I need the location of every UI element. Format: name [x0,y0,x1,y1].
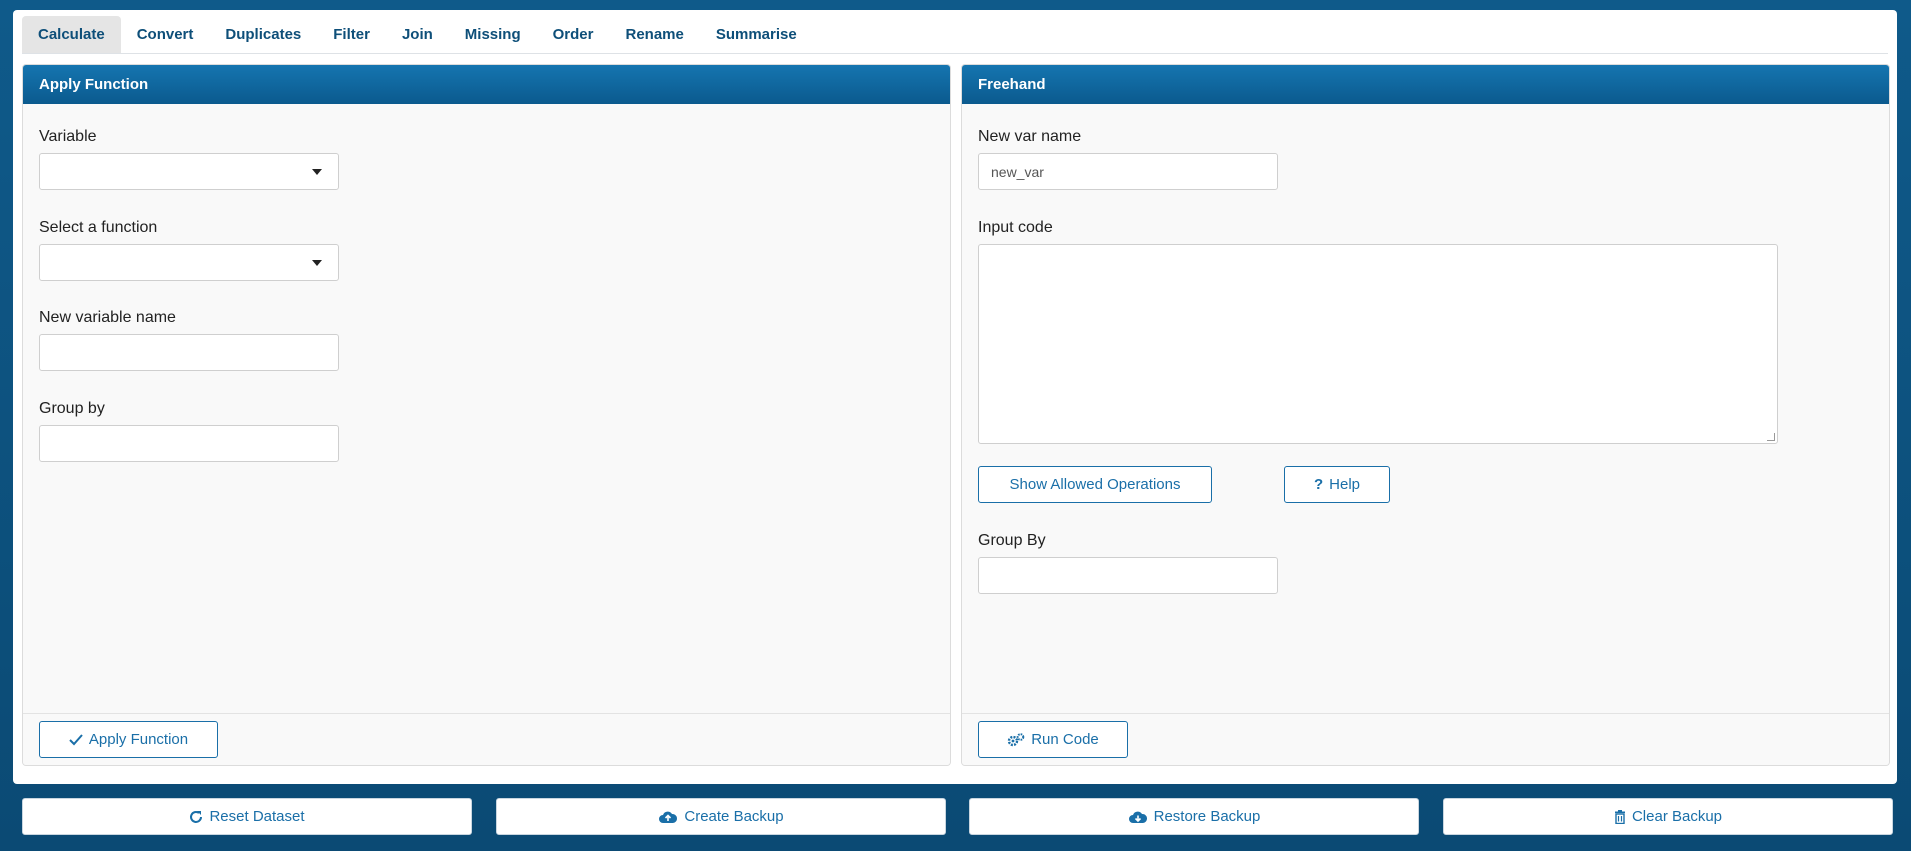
gears-icon [1007,732,1025,747]
run-code-label: Run Code [1031,731,1099,748]
new-variable-label: New variable name [39,309,176,326]
run-code-button[interactable]: Run Code [978,721,1128,758]
freehand-panel: Freehand New var name new_var Input code… [961,64,1890,766]
input-code-textarea[interactable] [978,244,1778,444]
panel-body: New var name new_var Input code Show All… [962,104,1889,715]
help-label: Help [1329,476,1361,493]
apply-function-panel: Apply Function Variable Select a functio… [22,64,951,766]
function-label: Select a function [39,219,158,236]
panel-footer: Apply Function [23,713,950,765]
tab-convert[interactable]: Convert [121,16,210,53]
group-by-input[interactable] [978,557,1278,594]
function-select[interactable] [39,244,339,281]
variable-select[interactable] [39,153,339,190]
new-var-label: New var name [978,128,1082,145]
panel-footer: Run Code [962,713,1889,765]
caret-down-icon [312,169,322,175]
input-code-label: Input code [978,219,1053,236]
question-icon: ? [1313,476,1324,493]
create-backup-label: Create Backup [684,808,784,825]
group-by-label: Group By [978,532,1046,549]
refresh-icon [189,810,203,824]
app-background: Calculate Convert Duplicates Filter Join… [0,0,1911,851]
restore-backup-button[interactable]: Restore Backup [969,798,1419,835]
cloud-upload-icon [658,810,678,824]
new-variable-input[interactable] [39,334,339,371]
reset-dataset-label: Reset Dataset [209,808,305,825]
tab-bar: Calculate Convert Duplicates Filter Join… [22,16,1888,54]
tab-order[interactable]: Order [537,16,610,53]
tab-duplicates[interactable]: Duplicates [209,16,317,53]
show-allowed-operations-button[interactable]: Show Allowed Operations [978,466,1212,503]
restore-backup-label: Restore Backup [1153,808,1261,825]
tab-rename[interactable]: Rename [609,16,699,53]
panel-title: Apply Function [23,65,950,104]
panel-title: Freehand [962,65,1889,104]
tab-summarise[interactable]: Summarise [700,16,813,53]
show-allowed-operations-label: Show Allowed Operations [1009,476,1181,493]
panel-body: Variable Select a function New variable … [23,104,950,715]
trash-icon [1614,809,1626,824]
tab-filter[interactable]: Filter [317,16,386,53]
tab-missing[interactable]: Missing [449,16,537,53]
new-var-value: new_var [991,164,1044,180]
tab-join[interactable]: Join [386,16,449,53]
reset-dataset-button[interactable]: Reset Dataset [22,798,472,835]
new-var-input[interactable]: new_var [978,153,1278,190]
help-button[interactable]: ? Help [1284,466,1390,503]
check-icon [69,733,83,746]
group-by-input[interactable] [39,425,339,462]
variable-label: Variable [39,128,97,145]
apply-function-label: Apply Function [88,731,189,748]
caret-down-icon [312,260,322,266]
create-backup-button[interactable]: Create Backup [496,798,946,835]
cloud-download-icon [1128,810,1148,824]
apply-function-button[interactable]: Apply Function [39,721,218,758]
clear-backup-button[interactable]: Clear Backup [1443,798,1893,835]
group-by-label: Group by [39,400,105,417]
clear-backup-label: Clear Backup [1631,808,1723,825]
tab-calculate[interactable]: Calculate [22,16,121,53]
resize-grip-icon[interactable] [1767,433,1775,441]
